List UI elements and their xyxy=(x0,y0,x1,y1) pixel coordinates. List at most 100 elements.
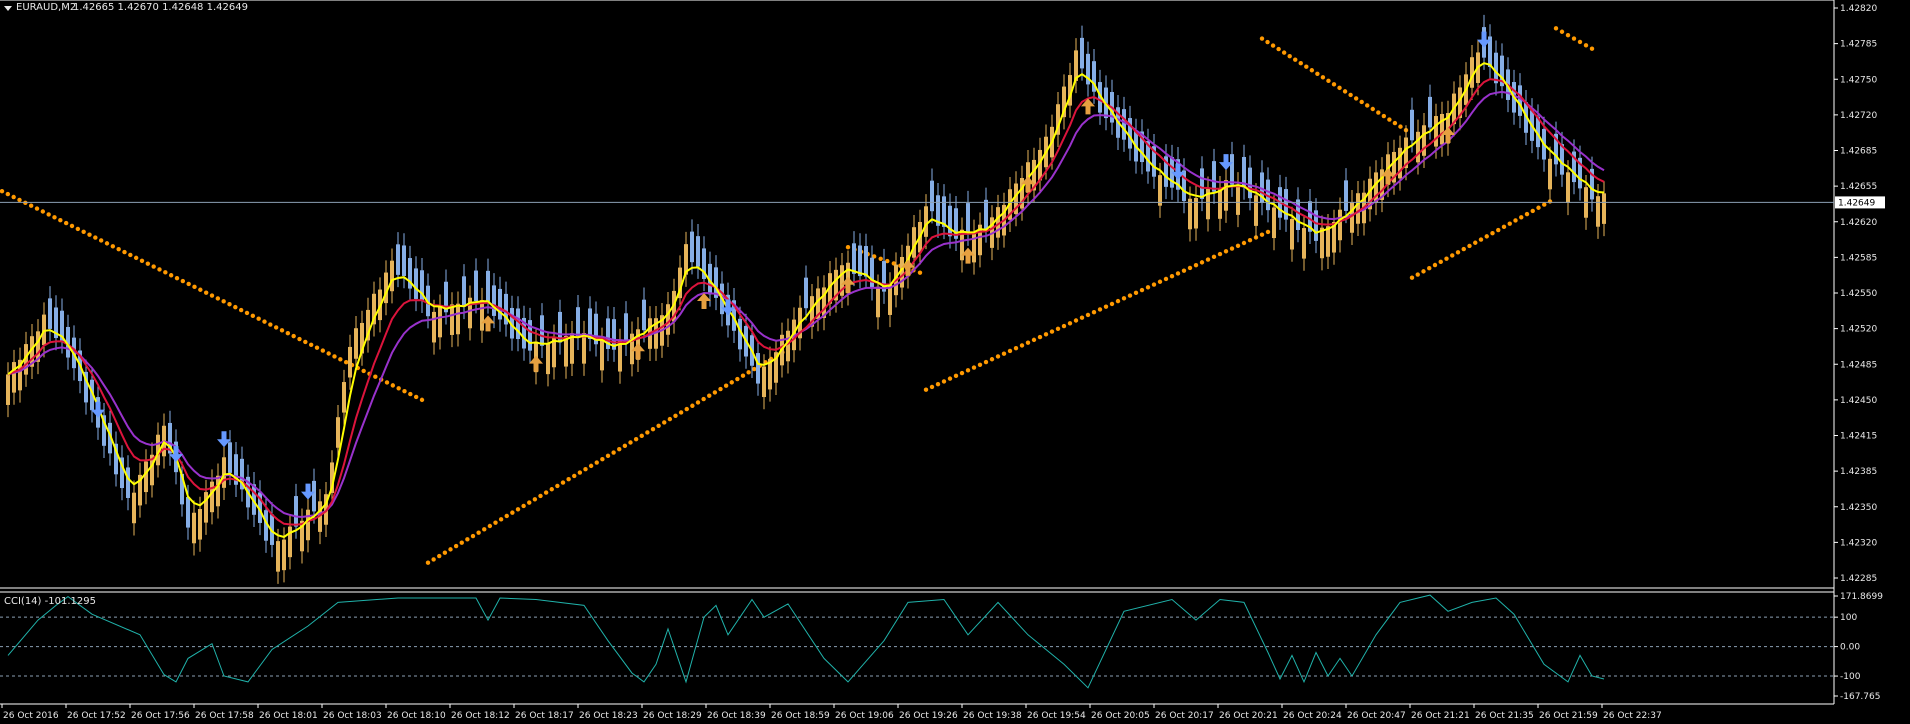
trend-dot xyxy=(1187,265,1193,271)
price-tick-label: 1.42415 xyxy=(1840,432,1877,442)
trend-dot xyxy=(953,373,959,379)
trend-dot xyxy=(917,270,923,275)
trend-dot xyxy=(684,406,689,412)
trend-dot xyxy=(332,354,337,359)
trend-dot xyxy=(75,226,81,232)
candle-body xyxy=(972,231,976,263)
trend-dot xyxy=(268,322,273,327)
candle-body xyxy=(546,343,550,375)
candle-body xyxy=(1494,52,1498,84)
trend-dot xyxy=(1507,221,1512,226)
trend-dot xyxy=(1067,321,1073,326)
time-tick-label: 26 Oct 21:21 xyxy=(1411,711,1470,721)
trend-dot xyxy=(1365,103,1370,108)
trend-dot xyxy=(1265,229,1271,235)
candle-body xyxy=(462,276,466,307)
candle-body xyxy=(1566,172,1570,203)
trend-dot xyxy=(1157,279,1163,284)
trend-dot xyxy=(878,256,883,261)
trend-dot xyxy=(1259,232,1265,237)
candle-body xyxy=(948,205,952,237)
time-tick-label: 26 Oct 19:26 xyxy=(899,711,958,721)
candle-body xyxy=(210,481,214,513)
trend-dot xyxy=(1103,304,1109,309)
trend-dot xyxy=(617,446,622,452)
candle-body xyxy=(432,311,436,343)
trend-dot xyxy=(1025,340,1031,345)
trend-dot xyxy=(1484,234,1489,239)
trend-dot xyxy=(413,394,419,400)
price-tick-label: 1.42285 xyxy=(1840,574,1877,584)
candle-body xyxy=(858,245,862,277)
trend-dot xyxy=(459,540,464,545)
trend-dot xyxy=(168,273,174,278)
trend-dot xyxy=(93,235,98,240)
trend-dot xyxy=(1276,46,1281,52)
trend-dot xyxy=(482,527,487,532)
trend-dot xyxy=(493,520,498,525)
trend-dot xyxy=(971,365,977,370)
candle-body xyxy=(474,270,478,302)
trend-dot xyxy=(297,336,302,342)
trend-dot xyxy=(453,543,459,549)
candle-body xyxy=(6,374,10,405)
trend-dot xyxy=(203,290,209,295)
trend-dot xyxy=(476,530,481,535)
trend-dot xyxy=(1151,282,1157,287)
trend-dot xyxy=(174,275,180,281)
trend-dot xyxy=(1353,96,1359,101)
cci-tick-label: 100 xyxy=(1840,613,1857,623)
trend-dot xyxy=(572,473,577,479)
trend-dot xyxy=(504,513,509,519)
trend-dot xyxy=(1342,89,1348,94)
candle-body xyxy=(402,245,406,276)
trend-dot xyxy=(448,547,453,552)
trend-dot xyxy=(656,423,661,428)
trend-dot xyxy=(1205,257,1211,262)
cci-tick-label: 171.8699 xyxy=(1840,592,1883,602)
trend-dot xyxy=(622,443,628,449)
trend-dot xyxy=(549,487,554,492)
trend-dot xyxy=(1211,254,1217,260)
trend-dot xyxy=(1577,39,1583,45)
trend-dot xyxy=(707,393,712,398)
candle-body xyxy=(354,328,358,359)
time-tick-label: 26 Oct 18:29 xyxy=(643,711,702,721)
candle-body xyxy=(984,199,988,231)
trend-dot xyxy=(69,223,75,229)
candle-body xyxy=(804,277,808,309)
trend-dot xyxy=(1478,237,1484,242)
trend-dot xyxy=(989,357,995,362)
trend-dot xyxy=(560,480,566,485)
candle-body xyxy=(876,286,880,318)
trend-dot xyxy=(532,497,538,502)
time-tick-label: 26 Oct 2016 xyxy=(3,711,59,721)
trend-dot xyxy=(1293,57,1298,62)
trend-dot xyxy=(198,287,203,292)
candle-body xyxy=(1548,158,1552,190)
trend-dot xyxy=(285,331,291,336)
candle-body xyxy=(690,231,694,263)
candle-body xyxy=(450,304,454,335)
trend-dot xyxy=(437,553,442,559)
trend-dot xyxy=(947,376,953,381)
cci-tick-label: -100 xyxy=(1840,672,1861,682)
trend-dot xyxy=(63,220,69,226)
candle-body xyxy=(456,303,460,335)
trend-dot xyxy=(465,537,470,542)
trend-dot xyxy=(151,264,156,269)
trend-dot xyxy=(527,500,532,505)
candle-body xyxy=(762,366,766,398)
trend-dot xyxy=(1241,240,1247,246)
trend-dot xyxy=(1061,323,1067,329)
trend-dot xyxy=(1331,82,1337,87)
trend-dot xyxy=(1181,268,1187,273)
ohlc-label: 1.42665 1.42670 1.42648 1.42649 xyxy=(73,2,248,13)
trend-dot xyxy=(1536,205,1541,210)
trend-dot xyxy=(163,270,168,275)
trend-dot xyxy=(308,342,314,348)
candle-body xyxy=(1302,228,1306,259)
candle-body xyxy=(1158,175,1162,206)
candle-body xyxy=(498,288,502,320)
trend-dot xyxy=(650,426,656,432)
